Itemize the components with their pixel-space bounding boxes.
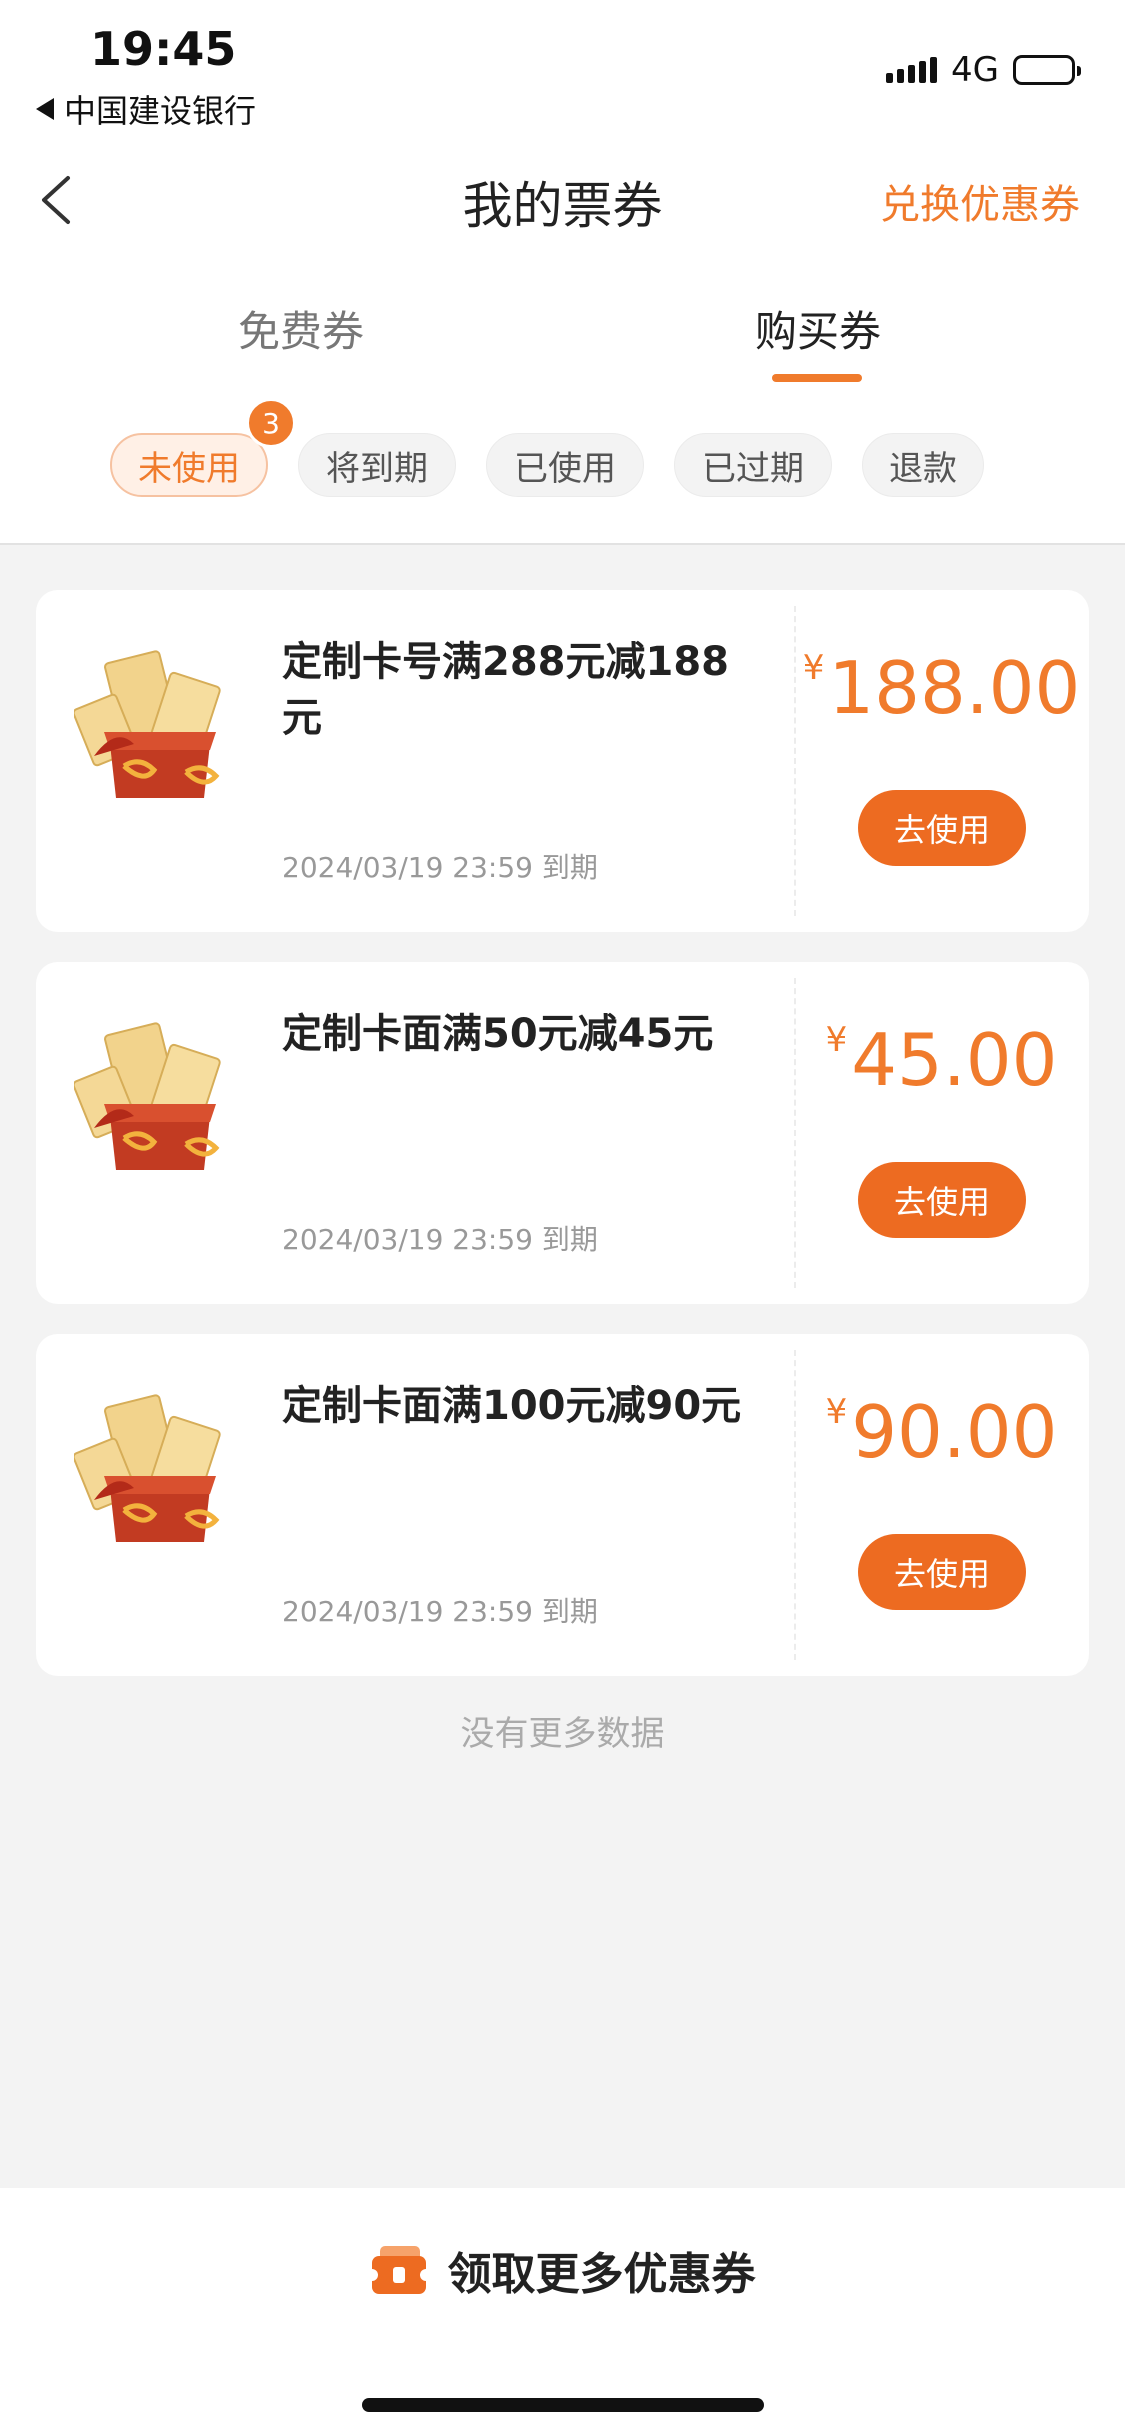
currency-symbol: ¥ — [825, 1020, 848, 1060]
filter-unused[interactable]: 未使用 — [110, 433, 268, 497]
coupon-title: 定制卡面满50元减45元 — [282, 1011, 714, 1057]
network-type: 4G — [951, 50, 999, 90]
exchange-coupon-link[interactable]: 兑换优惠券 — [880, 172, 1080, 230]
coupon-card: 定制卡号满288元减188元 2024/03/19 23:59 到期 ¥188.… — [36, 590, 1089, 932]
status-indicators: 4G — [886, 50, 1081, 90]
back-to-app-link[interactable]: 中国建设银行 — [36, 86, 256, 132]
battery-icon — [1013, 55, 1081, 85]
filter-refund[interactable]: 退款 — [862, 433, 984, 497]
back-app-label: 中国建设银行 — [64, 92, 257, 130]
coupon-price: ¥90.00 — [794, 1390, 1089, 1474]
coupon-price: ¥188.00 — [794, 646, 1089, 730]
coupon-amount: 45.00 — [851, 1018, 1058, 1102]
gift-box-icon — [74, 650, 221, 798]
coupon-expiry: 2024/03/19 23:59 到期 — [282, 1223, 598, 1256]
get-more-coupons-button[interactable]: 领取更多优惠券 — [0, 2238, 1125, 2302]
coupon-icon — [369, 2246, 428, 2294]
header-area: 19:45 中国建设银行 4G 我的票券 兑换优惠券 免费券 购买券 未使用 3… — [0, 0, 1125, 545]
unused-count-badge: 3 — [246, 398, 296, 448]
signal-icon — [886, 57, 938, 83]
coupon-title: 定制卡面满100元减90元 — [282, 1383, 742, 1429]
get-more-coupons-label: 领取更多优惠券 — [447, 2249, 756, 2300]
gift-box-icon — [74, 1022, 221, 1170]
filter-used[interactable]: 已使用 — [486, 433, 644, 497]
status-time: 19:45 — [90, 22, 237, 76]
coupon-amount: 188.00 — [828, 646, 1081, 730]
active-tab-indicator — [772, 374, 862, 382]
coupon-title: 定制卡号满288元减188元 — [282, 639, 729, 741]
coupon-price: ¥45.00 — [794, 1018, 1089, 1102]
tab-purchased-coupons[interactable]: 购买券 — [755, 298, 881, 359]
list-end-text: 没有更多数据 — [460, 1714, 665, 1754]
currency-symbol: ¥ — [825, 1392, 848, 1432]
coupon-amount: 90.00 — [851, 1390, 1058, 1474]
currency-symbol: ¥ — [802, 648, 825, 688]
back-triangle-icon — [36, 98, 54, 120]
use-coupon-button[interactable]: 去使用 — [858, 1534, 1026, 1610]
tab-free-coupons[interactable]: 免费券 — [238, 298, 364, 359]
coupon-card: 定制卡面满50元减45元 2024/03/19 23:59 到期 ¥45.00 … — [36, 962, 1089, 1304]
filter-expiring[interactable]: 将到期 — [298, 433, 456, 497]
filter-expired[interactable]: 已过期 — [674, 433, 832, 497]
use-coupon-button[interactable]: 去使用 — [858, 790, 1026, 866]
coupon-expiry: 2024/03/19 23:59 到期 — [282, 1595, 598, 1628]
coupon-expiry: 2024/03/19 23:59 到期 — [282, 851, 598, 884]
gift-box-icon — [74, 1394, 221, 1542]
home-indicator[interactable] — [362, 2398, 764, 2412]
coupon-card: 定制卡面满100元减90元 2024/03/19 23:59 到期 ¥90.00… — [36, 1334, 1089, 1676]
use-coupon-button[interactable]: 去使用 — [858, 1162, 1026, 1238]
